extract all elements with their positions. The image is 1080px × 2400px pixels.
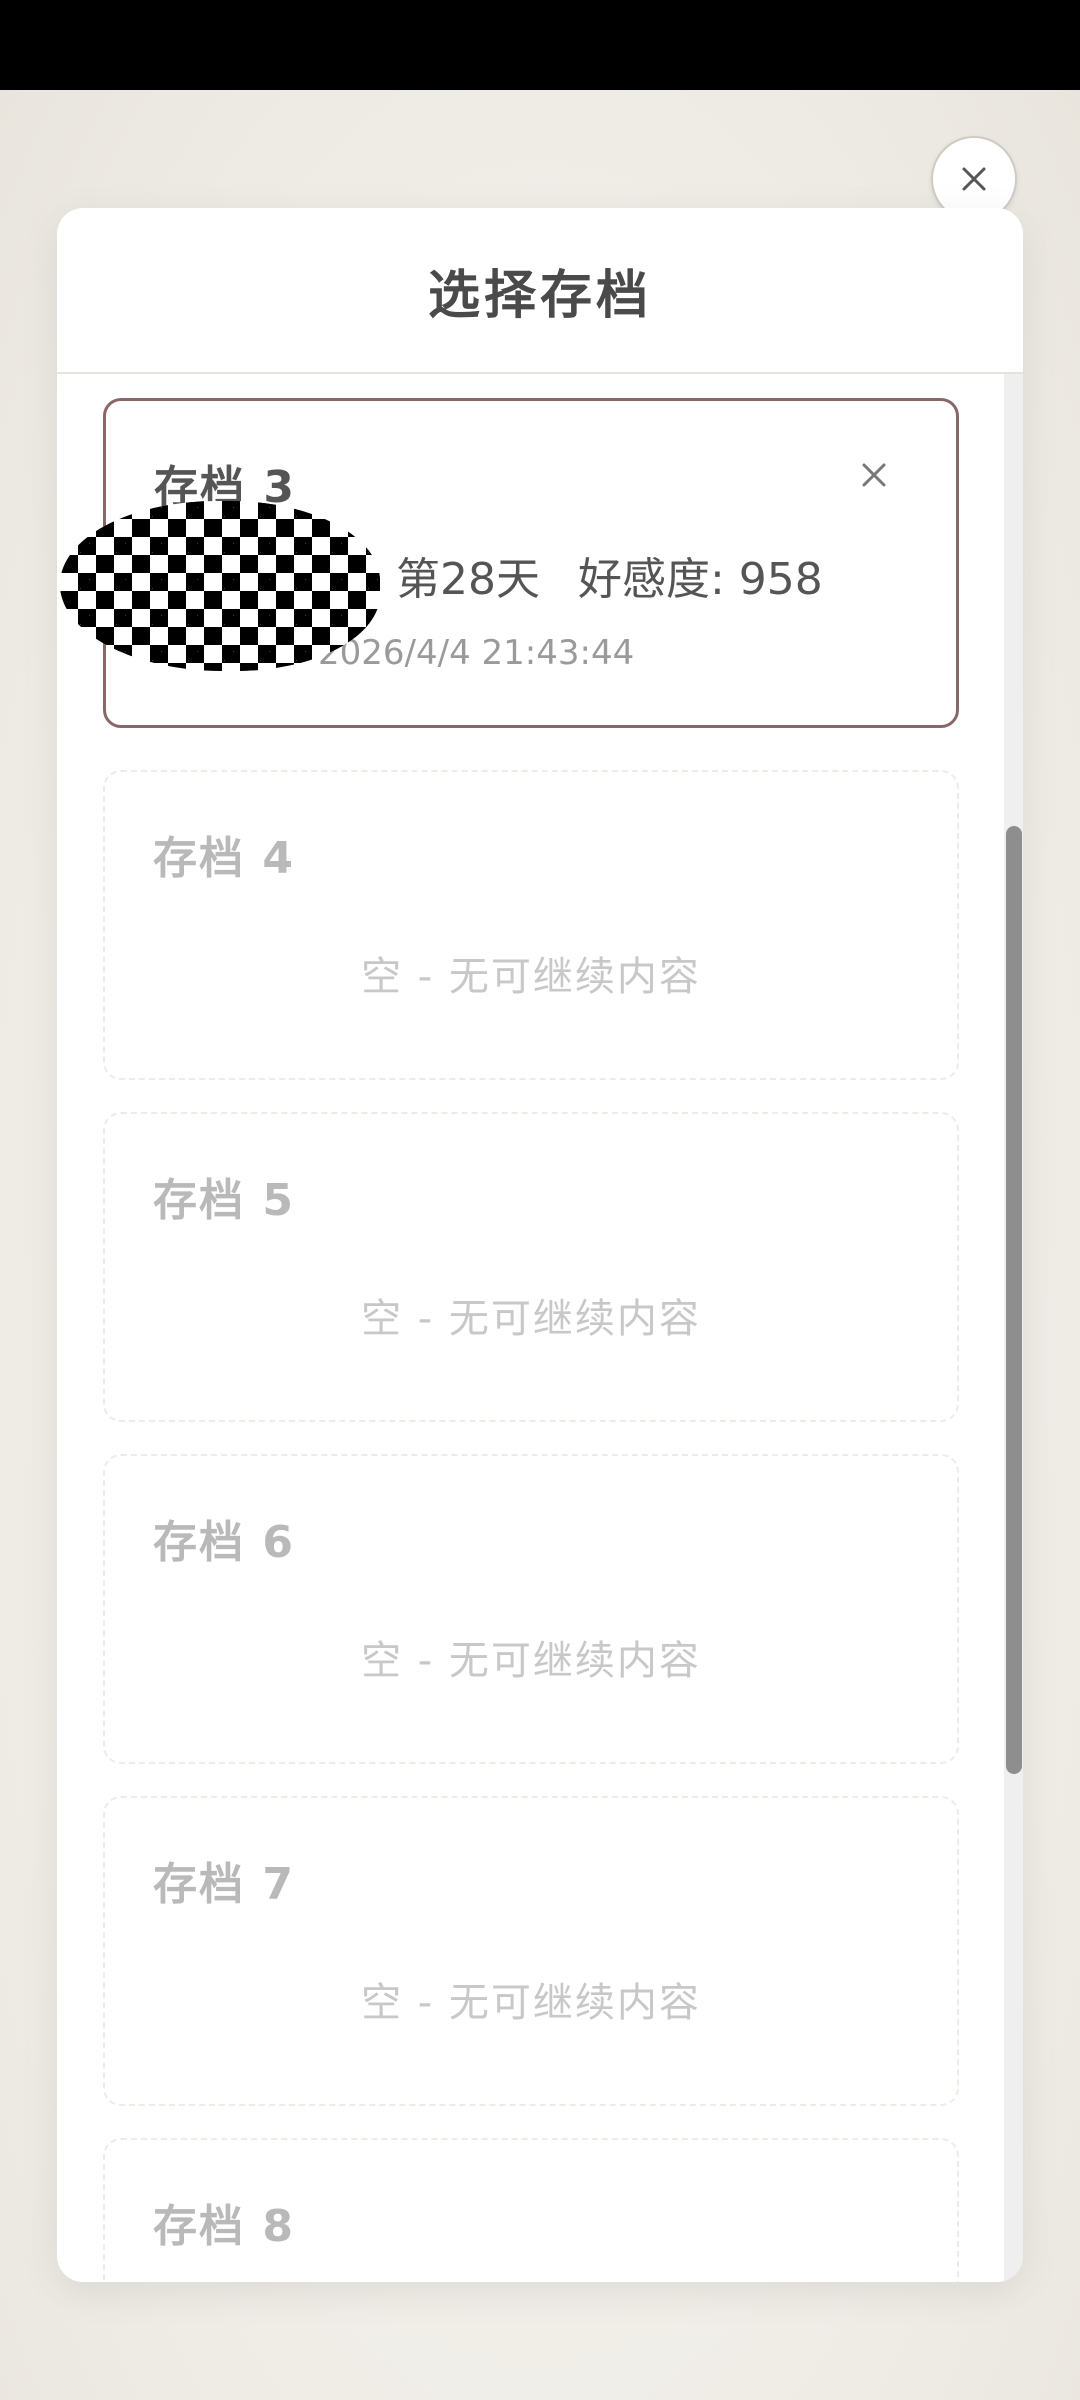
save-slot-dialog: 选择存档 存档 3 第28天 好感度: 958 2026/4/4 21:43:44… — [57, 208, 1023, 2282]
scrollbar-thumb[interactable] — [1006, 826, 1022, 1774]
save-day: 第28天 — [396, 554, 540, 605]
save-slot-6[interactable]: 存档 6 空 - 无可继续内容 — [103, 1454, 959, 1764]
save-slot-title: 存档 4 — [153, 833, 295, 884]
dialog-header: 选择存档 — [57, 208, 1023, 374]
empty-slot-text: 空 - 无可继续内容 — [361, 1638, 701, 1684]
save-slot-title: 存档 7 — [153, 1859, 295, 1910]
save-slot-7[interactable]: 存档 7 空 - 无可继续内容 — [103, 1796, 959, 2106]
save-affection: 好感度: 958 — [578, 554, 823, 605]
empty-slot-text: 空 - 无可继续内容 — [361, 954, 701, 1000]
save-slot-title: 存档 6 — [153, 1517, 295, 1568]
status-bar — [0, 0, 1080, 90]
save-time-value: 2026/4/4 21:43:44 — [318, 633, 635, 673]
save-slot-list[interactable]: 存档 3 第28天 好感度: 958 2026/4/4 21:43:44 存档 4… — [57, 374, 1023, 2282]
empty-slot-text: 空 - 无可继续内容 — [361, 1296, 701, 1342]
delete-save-icon[interactable] — [860, 461, 888, 489]
save-slot-4[interactable]: 存档 4 空 - 无可继续内容 — [103, 770, 959, 1080]
save-slot-title: 存档 8 — [153, 2201, 295, 2252]
save-slot-8[interactable]: 存档 8 — [103, 2138, 959, 2282]
save-slot-title: 存档 5 — [153, 1175, 295, 1226]
dialog-title: 选择存档 — [427, 265, 652, 326]
save-slot-info: 第28天 好感度: 958 — [396, 543, 823, 607]
close-icon — [962, 167, 986, 191]
empty-slot-text: 空 - 无可继续内容 — [361, 1980, 701, 2026]
save-thumbnail-overlay — [60, 501, 380, 671]
save-slot-3[interactable]: 存档 3 第28天 好感度: 958 2026/4/4 21:43:44 — [60, 398, 959, 728]
save-slot-5[interactable]: 存档 5 空 - 无可继续内容 — [103, 1112, 959, 1422]
